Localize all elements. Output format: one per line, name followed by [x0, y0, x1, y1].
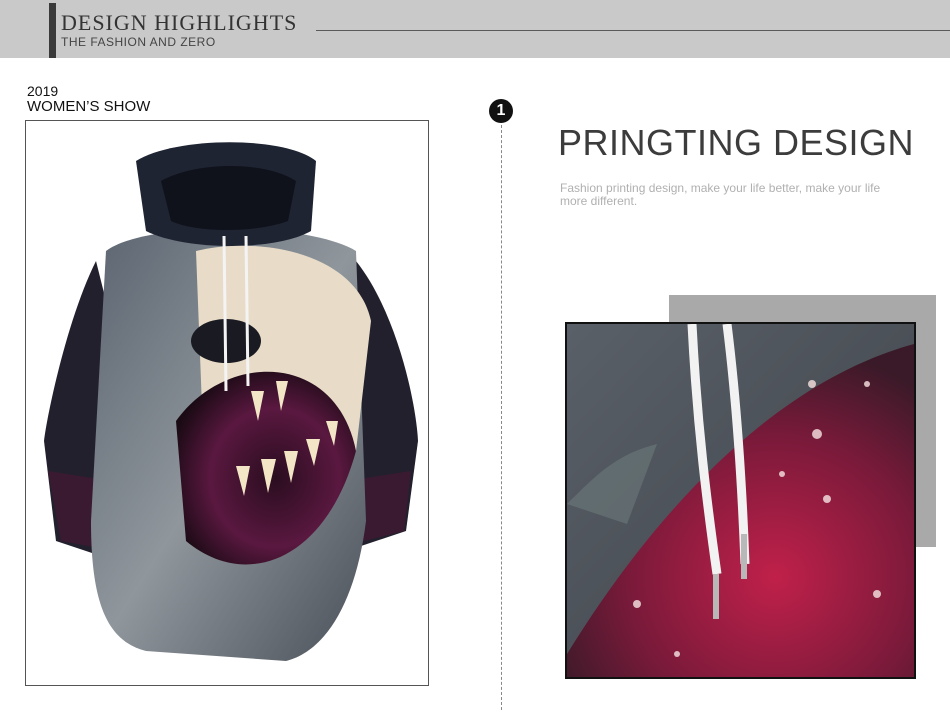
banner-accent-bar — [49, 3, 56, 58]
header-banner: DESIGN HIGHLIGHTS THE FASHION AND ZERO — [0, 0, 950, 58]
dashed-divider — [501, 120, 502, 710]
banner-divider-line — [316, 30, 950, 31]
print-closeup-illustration — [567, 324, 914, 677]
feature-heading: PRINGTING DESIGN — [558, 122, 915, 163]
show-year: 2019 — [27, 83, 59, 99]
banner-subtitle: THE FASHION AND ZERO — [61, 35, 216, 49]
hoodie-illustration — [44, 142, 418, 661]
detail-closeup-photo — [565, 322, 916, 679]
banner-title: DESIGN HIGHLIGHTS — [61, 10, 298, 35]
step-number-badge: 1 — [489, 99, 513, 123]
product-photo — [25, 120, 429, 686]
feature-description: Fashion printing design, make your life … — [560, 181, 881, 208]
show-label: WOMEN’S SHOW — [27, 98, 151, 115]
